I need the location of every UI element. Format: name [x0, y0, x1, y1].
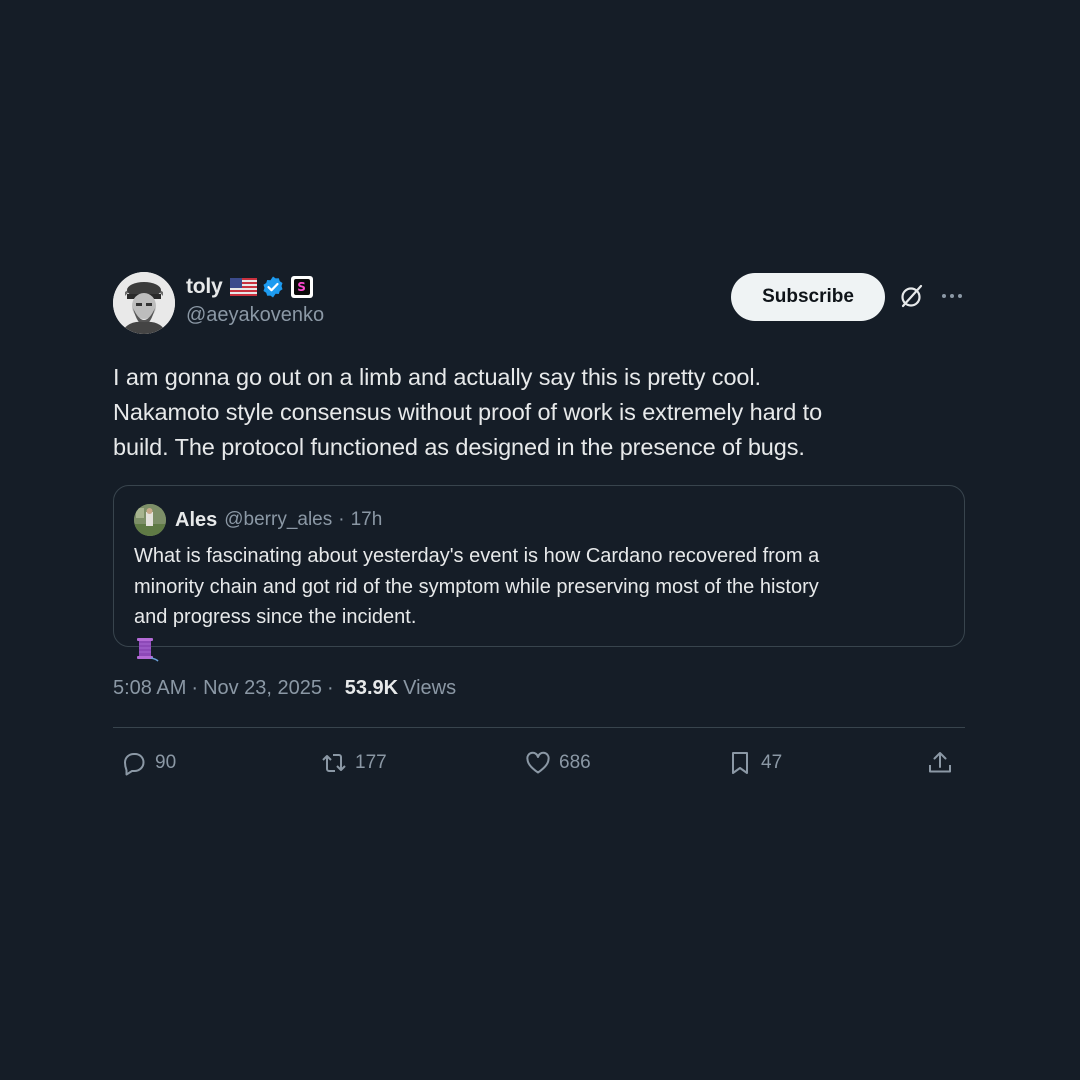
repost-icon — [322, 754, 346, 772]
author-avatar[interactable] — [113, 272, 175, 334]
bookmark-count: 47 — [761, 752, 783, 773]
like-count: 686 — [559, 752, 591, 773]
quoted-author-avatar — [134, 504, 166, 536]
reply-button[interactable]: 90 — [119, 748, 176, 778]
subscribe-button[interactable]: Subscribe — [731, 273, 885, 321]
quoted-time: 17h — [350, 509, 383, 530]
tweet-date[interactable]: Nov 23, 2025 — [203, 677, 322, 700]
tweet: toly S @aeyakovenko Subscribe I am gonna… — [113, 271, 965, 798]
quoted-separator: · — [338, 509, 345, 530]
views-count: 53.9K — [344, 676, 399, 699]
action-bar: 90 177 686 47 — [113, 728, 965, 798]
affiliate-badge-icon[interactable]: S — [290, 276, 313, 298]
author-handle[interactable]: @aeyakovenko — [186, 304, 324, 327]
reply-count: 90 — [155, 752, 177, 773]
share-button[interactable] — [925, 748, 955, 778]
more-icon[interactable] — [939, 283, 965, 309]
repost-button[interactable]: 177 — [319, 748, 387, 778]
bookmark-button[interactable]: 47 — [725, 748, 782, 778]
tweet-text: I am gonna go out on a limb and actually… — [113, 364, 823, 460]
author-display-name[interactable]: toly — [186, 275, 223, 299]
like-button[interactable]: 686 — [523, 748, 591, 778]
meta-separator-2: · — [327, 676, 334, 699]
heart-icon — [526, 751, 550, 774]
quoted-tweet-header: Ales @berry_ales · 17h — [134, 504, 944, 536]
reply-icon — [124, 753, 145, 776]
quoted-author-handle: @berry_ales — [224, 509, 333, 530]
bookmark-icon — [732, 752, 748, 774]
verified-icon[interactable] — [261, 275, 285, 299]
tweet-header: toly S @aeyakovenko Subscribe — [113, 271, 965, 335]
thread-spool-icon — [134, 635, 160, 663]
tweet-meta: 5:08 AM · Nov 23, 2025 · 53.9K Views — [113, 675, 965, 701]
quoted-tweet[interactable]: Ales @berry_ales · 17h What is fascinati… — [113, 485, 965, 662]
us-flag-icon — [229, 278, 257, 296]
meta-separator: · — [191, 676, 199, 699]
views-label: Views — [403, 676, 457, 699]
repost-count: 177 — [355, 752, 387, 773]
quoted-tweet-text: What is fascinating about yesterday's ev… — [134, 545, 820, 628]
share-icon — [929, 752, 951, 773]
affiliate-badge-letter: S — [293, 279, 310, 295]
quoted-author-name: Ales — [175, 508, 218, 531]
author-names: toly S @aeyakovenko — [186, 273, 324, 327]
grok-icon[interactable] — [899, 283, 925, 309]
tweet-time[interactable]: 5:08 AM — [113, 677, 186, 700]
